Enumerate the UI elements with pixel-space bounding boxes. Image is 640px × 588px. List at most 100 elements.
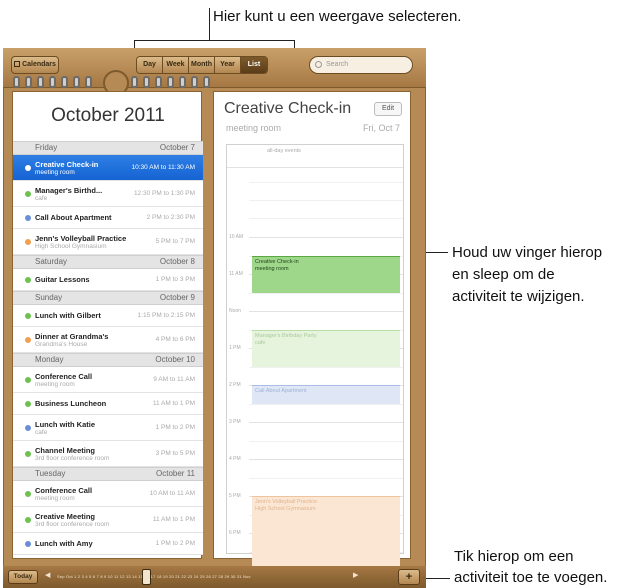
event-item-location: meeting room (35, 495, 75, 502)
calendars-label: Calendars (22, 61, 56, 68)
day-date: October 9 (159, 293, 195, 302)
event-item-time: 1:15 PM to 2:15 PM (137, 312, 195, 319)
event-item-location: meeting room (35, 381, 75, 388)
binder-ring (49, 76, 56, 88)
calendar-color-dot (25, 191, 31, 197)
timeline-event-block[interactable]: Creative Check-in meeting room (252, 255, 400, 293)
hour-label: 10 AM (229, 234, 244, 240)
event-list-item[interactable]: Manager's Birthd... cafe 12:30 PM to 1:30 … (13, 181, 203, 207)
scrubber-thumb[interactable] (142, 569, 151, 585)
event-list-item[interactable]: Creative Meeting 3rd floor conference roo… (13, 507, 203, 533)
event-list-item[interactable]: Channel Meeting 3rd floor conference room… (13, 441, 203, 467)
calendar-app: Calendars Day Week Month Year List Searc… (3, 48, 426, 588)
event-list-item[interactable]: Lunch with Gilbert 1:15 PM to 2:15 PM (13, 305, 203, 327)
tab-year[interactable]: Year (215, 57, 241, 73)
binder-ring (143, 76, 150, 88)
event-item-location: 3rd floor conference room (35, 521, 110, 528)
edit-button[interactable]: Edit (374, 102, 402, 116)
day-name: Saturday (35, 257, 68, 266)
event-title: Creative Check-in (224, 100, 352, 117)
event-list-item[interactable]: Conference Call meeting room 10 AM to 11 A… (13, 481, 203, 507)
event-list-item[interactable]: Conference Call meeting room 9 AM to 11 AM (13, 367, 203, 393)
day-date: October 7 (159, 143, 195, 152)
calendar-color-dot (25, 337, 31, 343)
day-header: Sunday October 9 (13, 291, 203, 305)
all-day-divider (227, 167, 403, 168)
binder-ring (179, 76, 186, 88)
event-list-item[interactable]: Lunch with Amy 1 PM to 2 PM (13, 533, 203, 555)
tab-month[interactable]: Month (189, 57, 215, 73)
binder-ring (131, 76, 138, 88)
day-name: Sunday (35, 293, 63, 302)
calendar-color-dot (25, 491, 31, 497)
event-item-time: 4 PM to 6 PM (155, 336, 195, 343)
binder-ring (191, 76, 198, 88)
search-icon (315, 61, 322, 68)
timeline-event-block[interactable]: Call About Apartment (252, 385, 400, 404)
half-hour-line (249, 292, 403, 294)
block-location: cafe (255, 339, 266, 346)
event-list-item[interactable]: Call About Apartment 2 PM to 2:30 PM (13, 207, 203, 229)
hour-label: 11 AM (229, 271, 243, 277)
calendar-color-dot (25, 277, 31, 283)
callout-drag-line3: activiteit te wijzigen. (452, 288, 585, 305)
all-day-label: all-day events (267, 148, 301, 154)
block-title: Call About Apartment (255, 388, 307, 394)
event-item-time: 11 AM to 1 PM (152, 516, 195, 523)
event-item-location: 3rd floor conference room (35, 455, 110, 462)
calendar-color-dot (25, 313, 31, 319)
hour-label: 2 PM (229, 382, 241, 388)
month-title: October 2011 (51, 105, 165, 126)
add-event-button[interactable]: + (398, 569, 420, 585)
event-item-title: Channel Meeting (35, 446, 96, 455)
event-item-time: 10:30 AM to 11:30 AM (131, 164, 195, 171)
event-detail-page: Creative Check-in Edit meeting room Fri,… (213, 91, 411, 588)
hour-label: 3 PM (229, 419, 241, 425)
event-item-location: High School Gymnasium (35, 243, 107, 250)
hour-label: 1 PM (229, 345, 241, 351)
event-item-title: Creative Meeting (35, 512, 96, 521)
callout-leader (209, 8, 210, 40)
block-location: High School Gymnasium (255, 506, 316, 512)
event-item-title: Lunch with Katie (35, 420, 95, 429)
tab-week[interactable]: Week (163, 57, 189, 73)
next-arrow-icon[interactable]: ▶ (353, 571, 358, 579)
event-item-time: 12:30 PM to 1:30 PM (133, 190, 195, 197)
event-item-title: Lunch with Amy (35, 539, 93, 548)
toolbar: Calendars Day Week Month Year List Searc… (3, 48, 426, 96)
half-hour-line (249, 366, 403, 368)
calendars-button[interactable]: Calendars (11, 56, 59, 74)
event-date: Fri, Oct 7 (362, 123, 400, 133)
event-item-title: Dinner at Grandma's (35, 332, 109, 341)
event-list-item[interactable]: Dinner at Grandma's Grandma's House 4 PM t… (13, 327, 203, 353)
date-scrubber[interactable]: Sep Oct 1 2 3 4 5 6 7 8 9 10 11 12 13 14… (57, 572, 347, 582)
bottom-bar: Today ◀ Sep Oct 1 2 3 4 5 6 7 8 9 10 11 … (3, 566, 426, 588)
event-list-item[interactable]: Creative Check-in meeting room 10:30 AM to… (13, 155, 203, 181)
day-name: Tuesday (35, 469, 66, 478)
search-input[interactable]: Search (309, 56, 413, 74)
event-item-time: 3 PM to 5 PM (155, 450, 195, 457)
event-list-item[interactable]: Business Luncheon 11 AM to 1 PM (13, 393, 203, 415)
event-item-title: Jenn's Volleyball Practice (35, 234, 127, 243)
event-item-time: 10 AM to 11 AM (149, 490, 195, 497)
event-list-item[interactable]: Guitar Lessons 1 PM to 3 PM (13, 269, 203, 291)
event-item-time: 1 PM to 3 PM (155, 276, 195, 283)
tab-day[interactable]: Day (137, 57, 163, 73)
today-button[interactable]: Today (8, 570, 38, 584)
event-item-title: Call About Apartment (35, 213, 112, 222)
event-item-location: cafe (35, 429, 48, 436)
event-list-item[interactable]: Lunch with Katie cafe 1 PM to 2 PM (13, 415, 203, 441)
event-item-time: 1 PM to 2 PM (155, 424, 195, 431)
calendar-color-dot (25, 215, 31, 221)
half-hour-line (249, 477, 403, 479)
prev-arrow-icon[interactable]: ◀ (45, 571, 50, 579)
block-title: Creative Check-in (255, 258, 299, 265)
binder-ring (167, 76, 174, 88)
calendar-color-dot (25, 517, 31, 523)
block-title: Jenn's Volleyball Practice (255, 499, 317, 505)
event-item-title: Lunch with Gilbert (35, 311, 101, 320)
tab-list[interactable]: List (241, 57, 267, 73)
binder-ring (85, 76, 92, 88)
timeline-event-block[interactable]: Manager's Birthday Party cafe (252, 329, 400, 367)
event-list-item[interactable]: Jenn's Volleyball Practice High School Gy… (13, 229, 203, 255)
